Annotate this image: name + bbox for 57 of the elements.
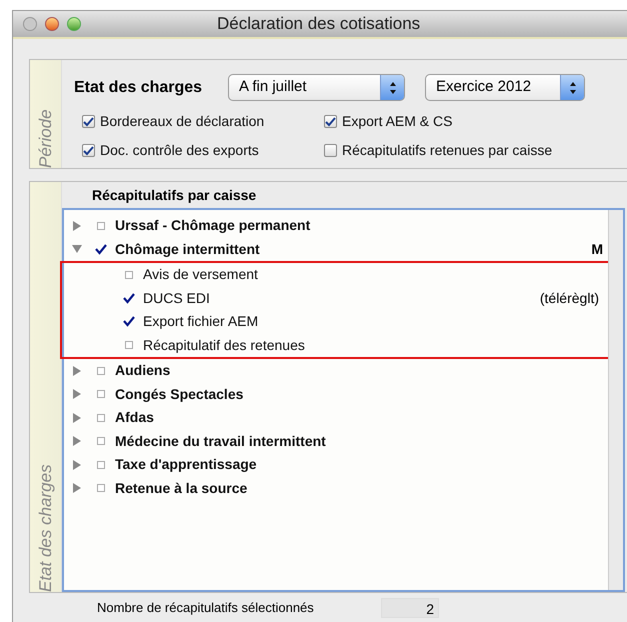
- count-field: 2: [381, 598, 439, 618]
- minimize-button[interactable]: [45, 17, 59, 31]
- checkmark-icon[interactable]: [123, 292, 135, 304]
- tree-item-label[interactable]: Afdas: [115, 407, 154, 428]
- checkbox[interactable]: [97, 414, 105, 422]
- tree-item-label[interactable]: Récapitulatif des retenues: [143, 334, 305, 356]
- section-label: Période: [34, 108, 56, 168]
- checkbox[interactable]: [97, 222, 105, 230]
- close-button[interactable]: [23, 17, 37, 31]
- tree-item-label[interactable]: Taxe d'apprentissage: [115, 454, 257, 476]
- checkbox-label: Récapitulatifs retenues par caisse: [342, 141, 552, 160]
- tree-item-label[interactable]: Export fichier AEM: [143, 311, 258, 332]
- disclosure-right-icon[interactable]: [72, 220, 82, 231]
- disclosure-right-icon[interactable]: [72, 483, 82, 494]
- checkbox[interactable]: [97, 366, 105, 375]
- checkbox-label: Export AEM & CS: [342, 112, 452, 131]
- tree-item-label[interactable]: Urssaf - Chômage permanent: [115, 215, 310, 236]
- checkbox-label: Bordereaux de déclaration: [100, 112, 264, 131]
- checkbox[interactable]: [82, 144, 95, 157]
- tree-item-label[interactable]: Congés Spectacles: [115, 384, 244, 405]
- checkbox[interactable]: [125, 341, 133, 350]
- stepper-arrows-icon: [568, 80, 576, 94]
- checkbox[interactable]: [82, 115, 95, 128]
- checkbox[interactable]: [97, 390, 105, 398]
- tree-item-label[interactable]: DUCS EDI: [143, 288, 210, 309]
- disclosure-down-icon[interactable]: [72, 244, 82, 254]
- checkbox-label: Doc. contrôle des exports: [100, 141, 259, 160]
- tree-item-label[interactable]: Médecine du travail intermittent: [115, 430, 326, 452]
- tree-item-label[interactable]: Avis de versement: [143, 264, 258, 286]
- disclosure-right-icon[interactable]: [72, 460, 82, 470]
- checkmark-icon[interactable]: [95, 244, 107, 255]
- section-label: Etat des charges: [34, 463, 56, 592]
- disclosure-right-icon[interactable]: [72, 412, 82, 423]
- checkbox[interactable]: [324, 144, 337, 157]
- column-heading: Récapitulatifs par caisse: [91, 186, 258, 205]
- checkbox[interactable]: [97, 437, 105, 446]
- disclosure-right-icon[interactable]: [72, 366, 82, 376]
- tree-item-label[interactable]: Retenue à la source: [115, 478, 248, 499]
- section-heading: Etat des charges: [74, 78, 204, 98]
- scroll-track[interactable]: [608, 210, 623, 590]
- disclosure-right-icon[interactable]: [72, 389, 82, 400]
- stepper-arrows-icon: [388, 80, 396, 94]
- checkmark-icon[interactable]: [123, 316, 135, 328]
- tree-item-label[interactable]: Chômage intermittent: [115, 238, 260, 260]
- checkbox[interactable]: [324, 115, 337, 128]
- popup-select[interactable]: A fin juillet: [228, 74, 405, 101]
- disclosure-right-icon[interactable]: [72, 436, 82, 446]
- tree-item-label[interactable]: Audiens: [115, 360, 170, 382]
- popup-select[interactable]: Exercice 2012: [425, 74, 585, 101]
- zoom-button[interactable]: [67, 17, 81, 31]
- checkbox[interactable]: [97, 460, 105, 469]
- checkbox[interactable]: [97, 484, 105, 492]
- checkbox[interactable]: [125, 270, 133, 279]
- window-title: Déclaration des cotisations: [217, 13, 420, 36]
- item-note: (télérèglt): [540, 288, 599, 308]
- item-note: M: [591, 240, 603, 259]
- footer-label: Nombre de récapitulatifs sélectionnés: [97, 599, 315, 618]
